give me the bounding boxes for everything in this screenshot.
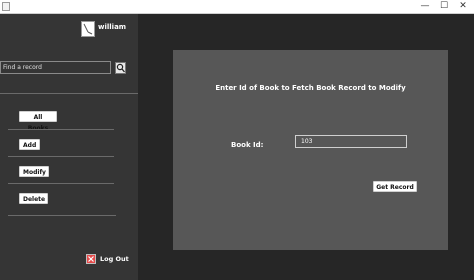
sidebar-divider (8, 183, 114, 184)
user-avatar-icon (81, 21, 95, 37)
panel-heading: Enter Id of Book to Fetch Book Record to… (215, 84, 406, 92)
get-record-button[interactable]: Get Record (373, 181, 417, 192)
maximize-button[interactable]: ☐ (437, 0, 451, 13)
search-icon (116, 63, 125, 73)
sidebar-divider-bottom (8, 215, 116, 216)
close-button[interactable]: ✕ (456, 0, 470, 13)
minimize-button[interactable]: — (418, 0, 432, 13)
modify-button[interactable]: Modify (19, 166, 49, 177)
logout-label: Log Out (100, 255, 129, 263)
book-id-input[interactable] (295, 135, 407, 148)
modify-book-panel: Enter Id of Book to Fetch Book Record to… (173, 50, 448, 250)
logout-icon (86, 254, 96, 264)
sidebar-divider (8, 156, 114, 157)
search-button[interactable] (115, 62, 126, 74)
search-input[interactable] (0, 61, 111, 74)
app-icon (2, 2, 10, 11)
user-name: william (98, 23, 127, 31)
delete-button[interactable]: Delete (19, 193, 48, 204)
all-books-button[interactable]: All Books (19, 111, 57, 132)
window-titlebar: — ☐ ✕ (0, 0, 474, 14)
sidebar-divider (8, 129, 114, 130)
sidebar-divider-top (0, 93, 138, 94)
book-id-label: Book Id: (231, 141, 264, 149)
add-button[interactable]: Add (19, 139, 40, 150)
